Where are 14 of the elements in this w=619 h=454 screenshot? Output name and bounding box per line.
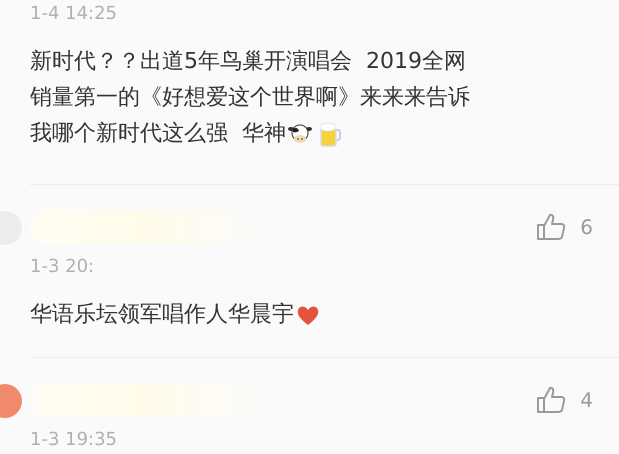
heart-icon (296, 304, 320, 326)
comment-time: 1-3 20: (30, 255, 96, 279)
cow-face-icon (288, 123, 312, 145)
comment-time: 1-3 19:35 (30, 428, 118, 452)
comment-text-line: 我哪个新时代这么强 华神 (30, 120, 286, 148)
comment-text-line: 华语乐坛领军唱作人华晨宇 (30, 301, 294, 329)
comment-text-line: 新时代？？出道5年鸟巢开演唱会 2019全网 (30, 48, 466, 76)
like-count: 4 (580, 388, 593, 412)
comment-text-line: 销量第一的《好想爱这个世界啊》来来来告诉 (30, 84, 470, 112)
like-count: 6 (580, 215, 593, 239)
thumbs-up-icon[interactable] (536, 386, 566, 414)
beer-mug-icon (318, 121, 342, 147)
comment-time: 1-4 14:25 (30, 2, 118, 26)
thumbs-up-icon[interactable] (536, 213, 566, 241)
